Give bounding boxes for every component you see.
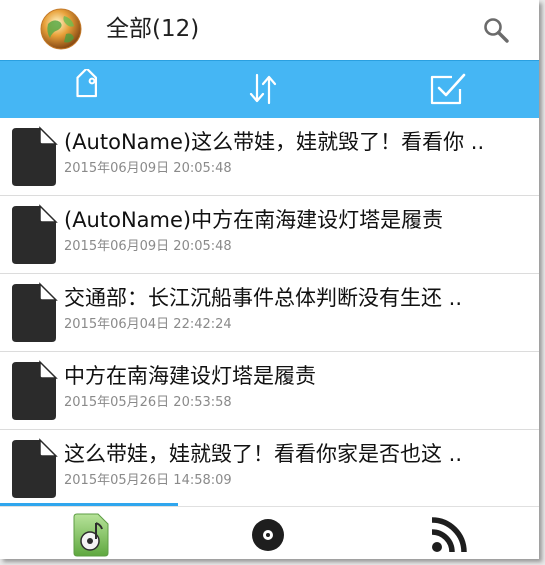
item-date: 2015年05月26日 14:58:09 — [64, 473, 232, 488]
item-date: 2015年06月09日 20:05:48 — [64, 161, 232, 176]
document-icon — [12, 126, 58, 186]
list-item[interactable]: (AutoName)这么带娃，娃就毁了！看看你 .. 2015年06月09日 2… — [0, 118, 539, 196]
search-icon[interactable] — [482, 16, 510, 44]
item-date: 2015年06月09日 20:05:48 — [64, 239, 232, 254]
disc-icon — [252, 519, 284, 551]
document-icon — [12, 204, 58, 264]
tag-button[interactable] — [64, 69, 108, 109]
globe-icon[interactable] — [40, 8, 82, 50]
item-title: (AutoName)中方在南海建设灯塔是履责 — [64, 208, 444, 232]
select-button[interactable] — [426, 69, 470, 109]
app-window: 全部(12) (AutoName)这么带娃，娃就毁了！看看你 .. 2015年0… — [0, 0, 539, 559]
list-item[interactable]: 交通部：长江沉船事件总体判断没有生还 .. 2015年06月04日 22:42:… — [0, 274, 539, 352]
item-date: 2015年05月26日 20:53:58 — [64, 395, 232, 410]
tag-icon — [76, 69, 97, 98]
bottom-nav — [0, 506, 539, 559]
action-toolbar — [0, 60, 539, 118]
nav-disc-button[interactable] — [247, 513, 289, 557]
item-date: 2015年06月04日 22:42:24 — [64, 317, 232, 332]
list-item[interactable]: (AutoName)中方在南海建设灯塔是履责 2015年06月09日 20:05… — [0, 196, 539, 274]
document-icon — [12, 282, 58, 342]
list-item[interactable]: 中方在南海建设灯塔是履责 2015年05月26日 20:53:58 — [0, 352, 539, 430]
nav-music-button[interactable] — [70, 513, 112, 557]
item-title: 这么带娃，娃就毁了！看看你家是否也这 .. — [64, 442, 463, 466]
list-item[interactable]: 这么带娃，娃就毁了！看看你家是否也这 .. 2015年05月26日 14:58:… — [0, 430, 539, 508]
app-header: 全部(12) — [0, 0, 539, 60]
music-file-icon — [73, 513, 109, 557]
item-title: 中方在南海建设灯塔是履责 — [64, 364, 316, 388]
page-title: 全部(12) — [106, 16, 200, 42]
checkbox-icon — [430, 73, 466, 105]
document-icon — [12, 438, 58, 498]
article-list: (AutoName)这么带娃，娃就毁了！看看你 .. 2015年06月09日 2… — [0, 118, 539, 505]
sort-button[interactable] — [241, 69, 285, 109]
nav-rss-button[interactable] — [428, 513, 470, 557]
item-title: (AutoName)这么带娃，娃就毁了！看看你 .. — [64, 130, 485, 154]
item-title: 交通部：长江沉船事件总体判断没有生还 .. — [64, 286, 463, 310]
document-icon — [12, 360, 58, 420]
rss-icon — [431, 517, 467, 553]
sort-arrows-icon — [249, 73, 277, 105]
